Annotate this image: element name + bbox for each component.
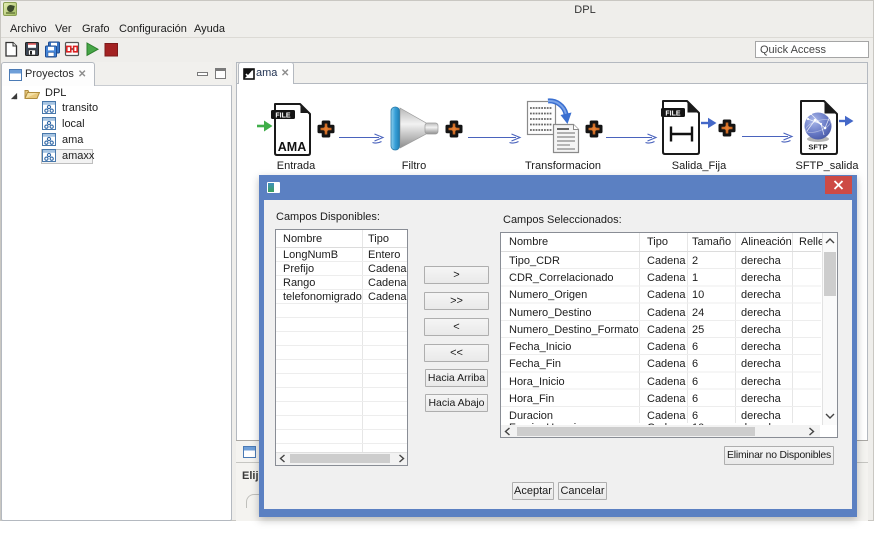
svg-text:Filtro: Filtro: [402, 160, 426, 172]
svg-text:SFTP: SFTP: [808, 143, 827, 152]
svg-text:FILE: FILE: [665, 110, 680, 117]
svg-text:Entrada: Entrada: [277, 160, 316, 172]
svg-text:SFTP_salida: SFTP_salida: [796, 160, 860, 172]
svg-text:Salida_Fija: Salida_Fija: [672, 160, 727, 172]
svg-text:AMA: AMA: [278, 140, 306, 154]
svg-text:Transformacion: Transformacion: [525, 160, 601, 172]
svg-text:FILE: FILE: [275, 112, 290, 119]
